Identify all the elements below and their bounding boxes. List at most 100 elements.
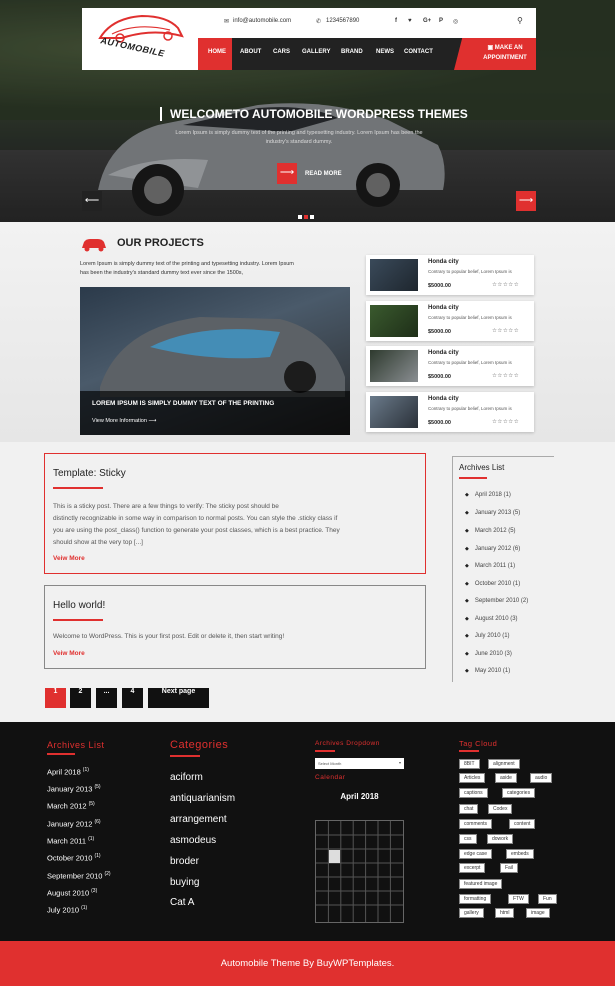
category-link[interactable]: aciform (170, 772, 203, 783)
nav-home[interactable]: HOME (208, 49, 226, 55)
footer-archive-link[interactable]: September 2010 (2) (47, 871, 111, 881)
nav-brand[interactable]: BRAND (341, 49, 363, 55)
make-appointment-button[interactable]: ▣ MAKE AN APPOINTMENT (454, 38, 536, 70)
instagram-icon[interactable]: ◎ (453, 18, 458, 25)
archive-link[interactable]: August 2010 (3) (465, 616, 518, 622)
view-more-link[interactable]: Veiw More (53, 650, 85, 657)
category-link[interactable]: buying (170, 877, 199, 888)
tag-link[interactable]: embeds (506, 849, 534, 859)
google-plus-icon[interactable]: G+ (423, 18, 431, 24)
tag-link[interactable]: captions (459, 788, 488, 798)
footer-archive-link[interactable]: April 2018 (1) (47, 767, 89, 777)
prev-slide-button[interactable]: ⟵ (82, 191, 102, 211)
page-2[interactable]: 2 (70, 688, 91, 708)
tag-link[interactable]: chat (459, 804, 479, 814)
projects-text: Lorem Ipsum is simply dummy text of the … (80, 261, 294, 276)
footer-archive-link[interactable]: October 2010 (1) (47, 853, 101, 863)
facebook-icon[interactable]: f (395, 18, 397, 24)
rating-stars: ☆☆☆☆☆ (492, 282, 520, 288)
card-thumbnail (370, 396, 418, 428)
arrow-right-icon: ⟶ (148, 418, 157, 424)
category-link[interactable]: antiquarianism (170, 793, 235, 804)
footer-archive-link[interactable]: March 2012 (5) (47, 801, 95, 811)
project-card[interactable]: Honda city Contrary to popular belief, L… (366, 255, 534, 295)
project-main-image[interactable]: LOREM IPSUM IS SIMPLY DUMMY TEXT OF THE … (80, 287, 350, 435)
tag-link[interactable]: Fun (538, 894, 557, 904)
tag-link[interactable]: dowork (487, 834, 514, 844)
pinterest-icon[interactable]: P (439, 18, 443, 24)
nav-news[interactable]: NEWS (376, 49, 394, 55)
archive-link[interactable]: March 2012 (5) (465, 528, 516, 534)
projects-title: OUR PROJECTS (117, 237, 204, 249)
project-card[interactable]: Honda city Contrary to popular belief, L… (366, 301, 534, 341)
slider-dot[interactable] (304, 215, 308, 219)
tag-link[interactable]: gallery (459, 908, 484, 918)
tag-link[interactable]: featured image (459, 879, 503, 889)
phone-icon: ✆ (316, 19, 322, 25)
archive-link[interactable]: April 2018 (1) (465, 492, 511, 498)
tag-link[interactable]: FTW (508, 894, 529, 904)
archive-link[interactable]: January 2012 (6) (465, 546, 520, 552)
twitter-icon[interactable]: ♥ (408, 18, 412, 24)
view-more-link[interactable]: View More Information ⟶ (92, 418, 156, 424)
tag-link[interactable]: alignment (488, 759, 520, 769)
email-text[interactable]: info@automobile.com (233, 18, 291, 24)
next-slide-button[interactable]: ⟶ (516, 191, 536, 211)
footer-archive-link[interactable]: August 2010 (3) (47, 888, 97, 898)
tag-link[interactable]: 8BIT (459, 759, 480, 769)
project-card[interactable]: Honda city Contrary to popular belief, L… (366, 392, 534, 432)
slider-dot[interactable] (310, 215, 314, 219)
slide-description: Lorem Ipsum is simply dummy text of the … (175, 130, 423, 145)
tag-link[interactable]: html (495, 908, 515, 918)
tag-link[interactable]: categories (502, 788, 536, 798)
page-4[interactable]: 4 (122, 688, 143, 708)
tag-link[interactable]: excerpt (459, 863, 486, 873)
phone-text[interactable]: 1234567890 (326, 18, 359, 24)
category-link[interactable]: arrangement (170, 814, 227, 825)
nav-contact[interactable]: CONTACT (404, 49, 433, 55)
archive-link[interactable]: October 2010 (1) (465, 581, 520, 587)
slider-dot[interactable] (298, 215, 302, 219)
site-logo[interactable]: AUTOMOBILE (82, 8, 198, 70)
category-link[interactable]: asmodeus (170, 835, 216, 846)
tag-link[interactable]: comments (459, 819, 493, 829)
page-1[interactable]: 1 (45, 688, 66, 708)
contact-bar: ✉ info@automobile.com ✆ 1234567890 f ♥ G… (198, 8, 536, 38)
search-icon[interactable]: ⚲ (517, 16, 523, 25)
site-footer: Archives List April 2018 (1) January 2013… (0, 722, 615, 941)
post-title[interactable]: Template: Sticky (53, 468, 126, 479)
archive-link[interactable]: June 2010 (3) (465, 651, 512, 657)
nav-about[interactable]: ABOUT (240, 49, 261, 55)
view-more-link[interactable]: Veiw More (53, 555, 85, 562)
calendar-cells[interactable] (316, 821, 403, 922)
nav-cars[interactable]: CARS (273, 49, 290, 55)
tag-link[interactable]: Articles (459, 773, 486, 783)
footer-archive-link[interactable]: January 2013 (5) (47, 784, 101, 794)
post-title[interactable]: Hello world! (53, 600, 105, 611)
category-link[interactable]: Cat A (170, 897, 194, 908)
tag-link[interactable]: aside (495, 773, 517, 783)
tag-link[interactable]: edge case (459, 849, 493, 859)
archive-link[interactable]: January 2013 (5) (465, 510, 520, 516)
tag-link[interactable]: css (459, 834, 477, 844)
next-page-button[interactable]: Next page (148, 688, 209, 708)
archive-link[interactable]: May 2010 (1) (465, 668, 510, 674)
footer-archive-link[interactable]: July 2010 (1) (47, 905, 87, 915)
archive-link[interactable]: March 2011 (1) (465, 563, 515, 569)
car-icon (82, 239, 106, 252)
nav-gallery[interactable]: GALLERY (302, 49, 330, 55)
tag-link[interactable]: content (509, 819, 536, 829)
tag-link[interactable]: formatting (459, 894, 492, 904)
category-link[interactable]: broder (170, 856, 199, 867)
project-card[interactable]: Honda city Contrary to popular belief, L… (366, 346, 534, 386)
tag-link[interactable]: image (526, 908, 550, 918)
read-more-button[interactable]: ⟶ READ MORE (277, 163, 342, 184)
tag-link[interactable]: audio (530, 773, 553, 783)
footer-archive-link[interactable]: March 2011 (1) (47, 836, 94, 846)
archive-link[interactable]: July 2010 (1) (465, 633, 510, 639)
footer-archive-link[interactable]: January 2012 (6) (47, 819, 101, 829)
tag-link[interactable]: Fail (500, 863, 519, 873)
archive-link[interactable]: September 2010 (2) (465, 598, 528, 604)
tag-link[interactable]: Codex (488, 804, 513, 814)
archives-dropdown[interactable]: Select Month ▾ (315, 758, 404, 769)
